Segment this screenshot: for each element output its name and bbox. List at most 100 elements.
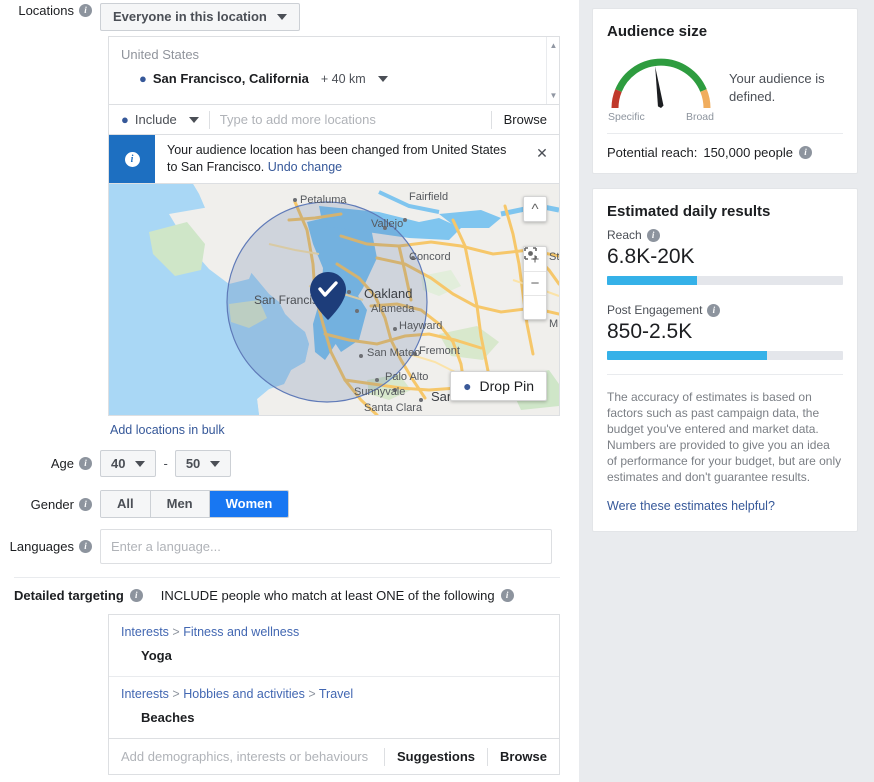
- banner-text-wrap: Your audience location has been changed …: [155, 135, 525, 183]
- age-row: Age i 40 - 50: [0, 450, 580, 477]
- detailed-targeting-input[interactable]: [109, 749, 385, 764]
- locations-row: Locations i Everyone in this location: [0, 0, 579, 31]
- gender-row: Gender i All Men Women: [0, 490, 580, 518]
- map-compass-control[interactable]: ^: [523, 196, 547, 222]
- info-icon[interactable]: i: [500, 589, 514, 602]
- estimated-results-title: Estimated daily results: [607, 203, 771, 220]
- reach-value: 6.8K-20K: [607, 245, 695, 268]
- age-separator: -: [163, 456, 168, 471]
- scroll-down-icon[interactable]: ▼: [549, 91, 558, 100]
- info-icon[interactable]: i: [129, 589, 143, 602]
- gauge-label-broad: Broad: [685, 111, 714, 123]
- radius-chevron-down-icon[interactable]: [377, 75, 388, 82]
- detailed-targeting-box: Interests > Fitness and wellness Yoga In…: [108, 614, 560, 775]
- info-icon[interactable]: i: [707, 303, 721, 317]
- include-input-row: ● Include Browse: [109, 105, 559, 135]
- gender-option-women[interactable]: Women: [209, 491, 289, 517]
- estimates-helpful-link[interactable]: Were these estimates helpful?: [593, 489, 857, 527]
- undo-change-link[interactable]: Undo change: [268, 160, 342, 174]
- selected-locations-list: United States ● San Francisco, Californi…: [109, 37, 559, 105]
- locations-browse-button[interactable]: Browse: [490, 110, 559, 129]
- gauge-labels: Specific Broad: [607, 111, 715, 123]
- metric-post-engagement: Post Engagement i 850-2.5K: [593, 299, 857, 360]
- post-engagement-progress-fill: [607, 351, 768, 360]
- gender-segmented-control: All Men Women: [100, 490, 290, 518]
- info-icon[interactable]: i: [79, 4, 92, 17]
- audience-settings-panel: Locations i Everyone in this location Un…: [0, 0, 580, 782]
- scroll-up-icon[interactable]: ▲: [549, 41, 558, 50]
- locations-label-cell: Locations i: [0, 3, 100, 18]
- languages-label: Languages: [9, 539, 74, 554]
- path-segment: Hobbies and activities: [183, 687, 305, 701]
- drop-pin-button[interactable]: ● Drop Pin: [450, 371, 547, 401]
- location-list-item[interactable]: ● San Francisco, California + 40 km: [109, 68, 559, 89]
- gauge-svg: [611, 58, 711, 109]
- include-dropdown[interactable]: ● Include: [109, 105, 209, 134]
- location-change-banner: i Your audience location has been change…: [109, 135, 559, 184]
- zoom-out-button[interactable]: −: [524, 271, 546, 295]
- map-fullscreen-icon[interactable]: [524, 247, 546, 319]
- drop-pin-label: Drop Pin: [479, 378, 534, 394]
- reach-progress-fill: [607, 276, 697, 285]
- post-engagement-progress-track: [607, 351, 843, 360]
- map-pin-icon: ●: [463, 378, 472, 394]
- svg-text:Santa Clara: Santa Clara: [364, 402, 423, 414]
- targeting-item[interactable]: Beaches: [109, 707, 559, 728]
- age-max-select[interactable]: 50: [174, 450, 232, 477]
- map-pin-icon: ●: [139, 71, 147, 86]
- svg-text:Fremont: Fremont: [419, 345, 460, 357]
- targeting-path: Interests > Hobbies and activities > Tra…: [109, 685, 559, 707]
- locations-box: United States ● San Francisco, Californi…: [108, 36, 560, 416]
- age-min-select[interactable]: 40: [100, 450, 157, 477]
- detailed-targeting-input-row: Suggestions Browse: [109, 738, 559, 774]
- location-map[interactable]: Petaluma Fairfield Vallejo Concord Sto S…: [109, 184, 559, 415]
- close-icon[interactable]: ✕: [525, 135, 559, 183]
- everyone-in-this-location-dropdown[interactable]: Everyone in this location: [100, 3, 300, 31]
- chevron-down-icon: [135, 460, 146, 467]
- info-icon[interactable]: i: [799, 146, 812, 159]
- locations-scrollbar[interactable]: ▲ ▼: [546, 37, 559, 104]
- info-icon[interactable]: i: [79, 540, 92, 553]
- path-segment: Fitness and wellness: [183, 625, 300, 639]
- add-locations-input[interactable]: [209, 105, 491, 134]
- targeting-group: Interests > Hobbies and activities > Tra…: [109, 676, 559, 738]
- info-icon[interactable]: i: [646, 228, 660, 242]
- path-segment: Interests: [121, 687, 169, 701]
- gender-label: Gender: [30, 496, 74, 512]
- everyone-dropdown-label: Everyone in this location: [113, 9, 267, 24]
- estimates-sidebar: Audience size Specific Broad Your audien…: [580, 0, 874, 782]
- gender-option-all[interactable]: All: [101, 491, 151, 517]
- age-min-value: 40: [111, 456, 126, 471]
- include-pin-icon: ●: [121, 112, 129, 127]
- add-locations-in-bulk-link[interactable]: Add locations in bulk: [110, 423, 225, 437]
- gender-label-cell: Gender i: [0, 497, 100, 512]
- detailed-targeting-browse-button[interactable]: Browse: [487, 747, 559, 766]
- info-icon[interactable]: i: [79, 457, 92, 470]
- detailed-targeting-label: Detailed targeting: [14, 588, 124, 603]
- info-icon[interactable]: i: [79, 497, 92, 511]
- post-engagement-value: 850-2.5K: [607, 320, 693, 343]
- detailed-targeting-include-text: INCLUDE people who match at least ONE of…: [160, 588, 495, 603]
- suggestions-button[interactable]: Suggestions: [384, 747, 487, 766]
- path-segment: Travel: [318, 687, 354, 701]
- metric-reach: Reach i 6.8K-20K: [593, 224, 857, 285]
- svg-text:Sto: Sto: [549, 251, 559, 263]
- include-chevron-down-icon: [188, 116, 199, 123]
- estimated-daily-results-card: Estimated daily results Reach i 6.8K-20K…: [592, 188, 858, 532]
- targeting-item[interactable]: Yoga: [109, 645, 559, 666]
- targeting-path: Interests > Fitness and wellness: [109, 623, 559, 645]
- compass-icon: ^: [531, 200, 539, 218]
- path-segment: Interests: [121, 625, 169, 639]
- svg-text:Oakland: Oakland: [364, 286, 412, 301]
- path-separator: >: [308, 687, 316, 701]
- gender-option-men[interactable]: Men: [150, 491, 210, 517]
- audience-defined-message: Your audience is defined.: [729, 71, 825, 104]
- audience-size-title: Audience size: [607, 23, 708, 40]
- map-zoom-controls[interactable]: + −: [523, 246, 547, 320]
- languages-input[interactable]: [100, 529, 552, 564]
- location-name: San Francisco, California: [152, 71, 309, 86]
- locations-label: Locations: [18, 3, 74, 18]
- reach-progress-track: [607, 276, 843, 285]
- chevron-down-icon: [210, 460, 221, 467]
- metric-label-row: Post Engagement i: [607, 303, 843, 317]
